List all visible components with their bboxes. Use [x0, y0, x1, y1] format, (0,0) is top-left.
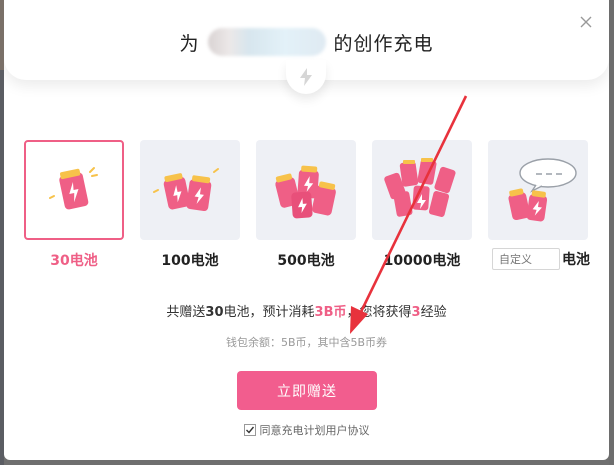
- summary-cost: 3B币: [314, 305, 347, 320]
- title-suffix: 的创作充电: [333, 32, 434, 55]
- header-bolt-badge: [286, 60, 326, 94]
- charge-dialog: 为 的创作充电 30电池 100电池 500电池 10000电池 自定义 电池 …: [4, 0, 609, 460]
- custom-amount-wrap: 电池: [492, 247, 609, 271]
- option-100-battery[interactable]: [140, 140, 240, 240]
- page-backdrop-right: [609, 0, 614, 465]
- option-500-label: 500电池: [277, 253, 335, 269]
- wallet-balance: 钱包余额：5B币，其中含5B币券: [225, 336, 388, 349]
- title-prefix: 为: [179, 32, 200, 55]
- lightning-bolt-icon: [300, 68, 312, 86]
- option-30-battery[interactable]: [24, 140, 124, 240]
- agreement-checkbox[interactable]: [243, 424, 256, 436]
- summary-text: ，您将获得: [346, 305, 412, 320]
- option-30-label: 30电池: [50, 253, 98, 269]
- battery-icon: [153, 168, 219, 211]
- option-custom-battery[interactable]: [488, 140, 588, 240]
- battery-icon: [275, 165, 336, 219]
- charge-summary: 共赠送30电池，预计消耗3B币，您将获得3经验: [4, 301, 609, 320]
- masked-creator-name: [207, 28, 326, 56]
- summary-amount: 30: [205, 305, 224, 320]
- close-icon[interactable]: [577, 14, 595, 32]
- summary-exp: 3: [411, 305, 421, 320]
- option-10000-label: 10000电池: [383, 253, 461, 269]
- option-100-label: 100电池: [161, 253, 219, 269]
- custom-unit-label: 电池: [562, 252, 590, 268]
- summary-text: 经验: [420, 305, 447, 320]
- custom-amount-input[interactable]: [492, 248, 560, 270]
- battery-icon: [384, 158, 456, 217]
- battery-icon: [49, 167, 98, 210]
- option-10000-battery[interactable]: [372, 140, 472, 240]
- speech-bubble-icon: [508, 158, 577, 222]
- option-500-battery[interactable]: [256, 140, 356, 240]
- send-now-button[interactable]: 立即赠送: [237, 371, 377, 410]
- agreement-label[interactable]: 同意充电计划用户协议: [260, 422, 370, 438]
- dialog-title: 为 的创作充电: [4, 28, 609, 56]
- agreement-row: 同意充电计划用户协议: [4, 422, 609, 438]
- summary-text: 共赠送: [166, 305, 206, 320]
- summary-text: 电池，预计消耗: [223, 305, 315, 320]
- checkmark-icon: [245, 426, 254, 434]
